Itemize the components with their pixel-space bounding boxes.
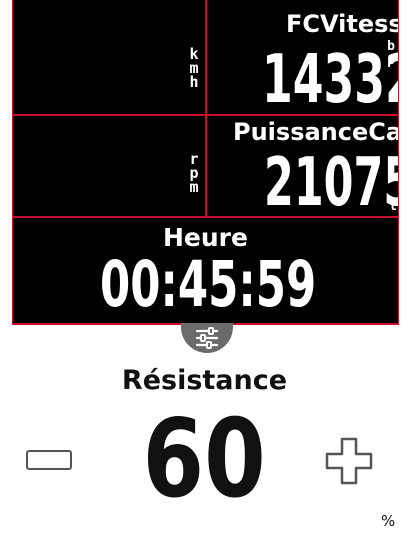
column-divider-2 [205,116,207,216]
field-1-overflow-units: b p [387,39,395,68]
resistance-unit: % [381,512,396,530]
field-3-value: 00:45:59 [100,248,317,321]
field-1-value: 14332 [262,40,398,118]
increase-resistance-button[interactable] [325,437,373,485]
field-1-title: FCVitess [286,10,399,38]
field-2-overflow-units: t [389,199,397,214]
drawer-handle[interactable] [181,323,233,353]
resistance-value: 60 [142,397,267,522]
field-2-value: 21075 [264,143,399,221]
column-divider-1 [205,0,207,114]
data-fields-panel: k m h FCVitess 14332 b p r p m Puissance… [12,0,399,325]
field-1-units: k m h [189,45,199,91]
decrease-resistance-button[interactable] [26,450,72,470]
resistance-title: Résistance [121,365,288,396]
field-2-units: r p m [189,150,199,196]
field-2-title: PuissanceCa [233,118,399,146]
sliders-icon [195,327,219,349]
plus-icon [325,437,373,485]
